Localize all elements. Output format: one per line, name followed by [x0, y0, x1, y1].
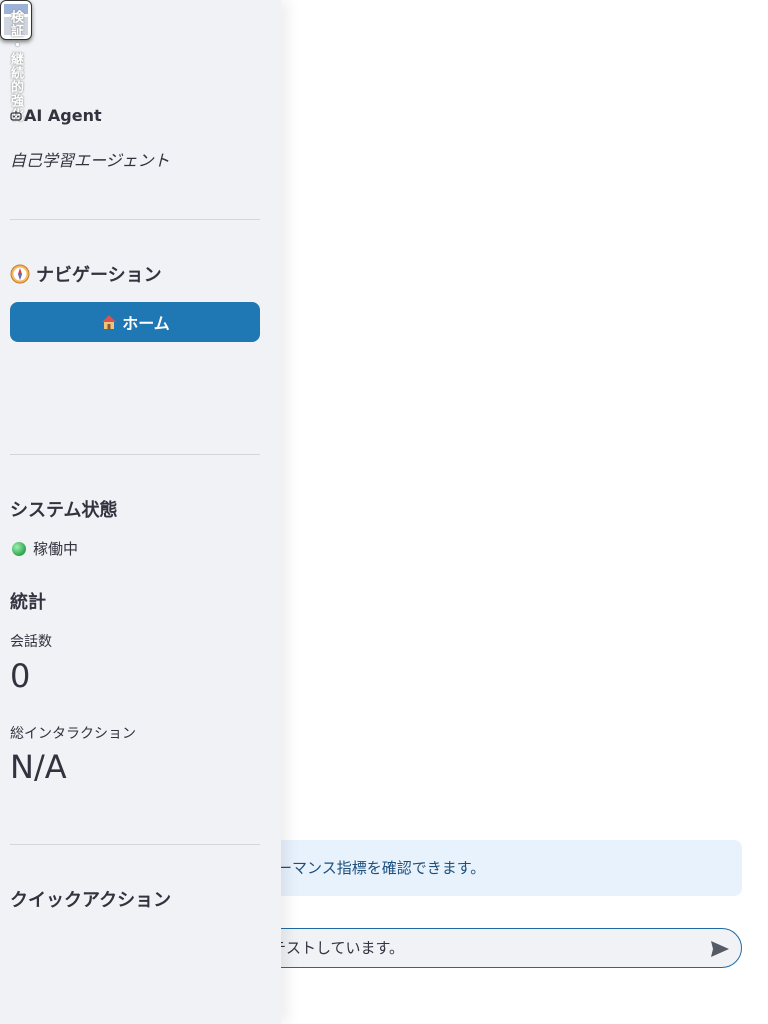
- navigation-heading-text: ナビゲーション: [36, 265, 162, 286]
- divider: [10, 844, 260, 845]
- agent-title: AI Agent: [10, 106, 102, 125]
- total-interactions-value: N/A: [10, 748, 67, 786]
- status-text: 稼働中: [33, 540, 79, 558]
- status-row: 稼働中: [12, 538, 78, 559]
- divider: [10, 219, 260, 220]
- conversations-label: 会話数: [10, 634, 52, 650]
- divider: [10, 454, 260, 455]
- chat-input[interactable]: テストしています。: [200, 928, 742, 968]
- home-button-label: ホーム: [122, 314, 170, 333]
- stats-heading: 統計: [10, 592, 46, 613]
- robot-icon: [10, 110, 22, 121]
- conversations-value: 0: [10, 657, 31, 695]
- quick-actions-heading: クイックアクション: [10, 890, 172, 911]
- info-alert: ォーマンス指標を確認できます。: [200, 840, 742, 896]
- navigation-heading: ナビゲーション: [10, 261, 162, 287]
- send-icon: [711, 941, 729, 957]
- sidebar: 検証・継続的強化 AI Agent 自己学習エージェント ナビゲーション ホーム…: [0, 0, 281, 1024]
- compass-icon: [10, 264, 30, 284]
- green-circle-icon: [12, 541, 26, 556]
- agent-title-text: AI Agent: [24, 106, 102, 125]
- total-interactions-label: 総インタラクション: [10, 726, 136, 742]
- agent-subtitle: 自己学習エージェント: [10, 151, 170, 170]
- send-button[interactable]: [707, 936, 733, 962]
- chat-input-value[interactable]: テストしています。: [271, 929, 404, 967]
- system-status-heading: システム状態: [10, 500, 118, 521]
- info-alert-text: ォーマンス指標を確認できます。: [262, 859, 486, 877]
- home-button[interactable]: ホーム: [10, 302, 260, 342]
- house-icon: [102, 315, 117, 329]
